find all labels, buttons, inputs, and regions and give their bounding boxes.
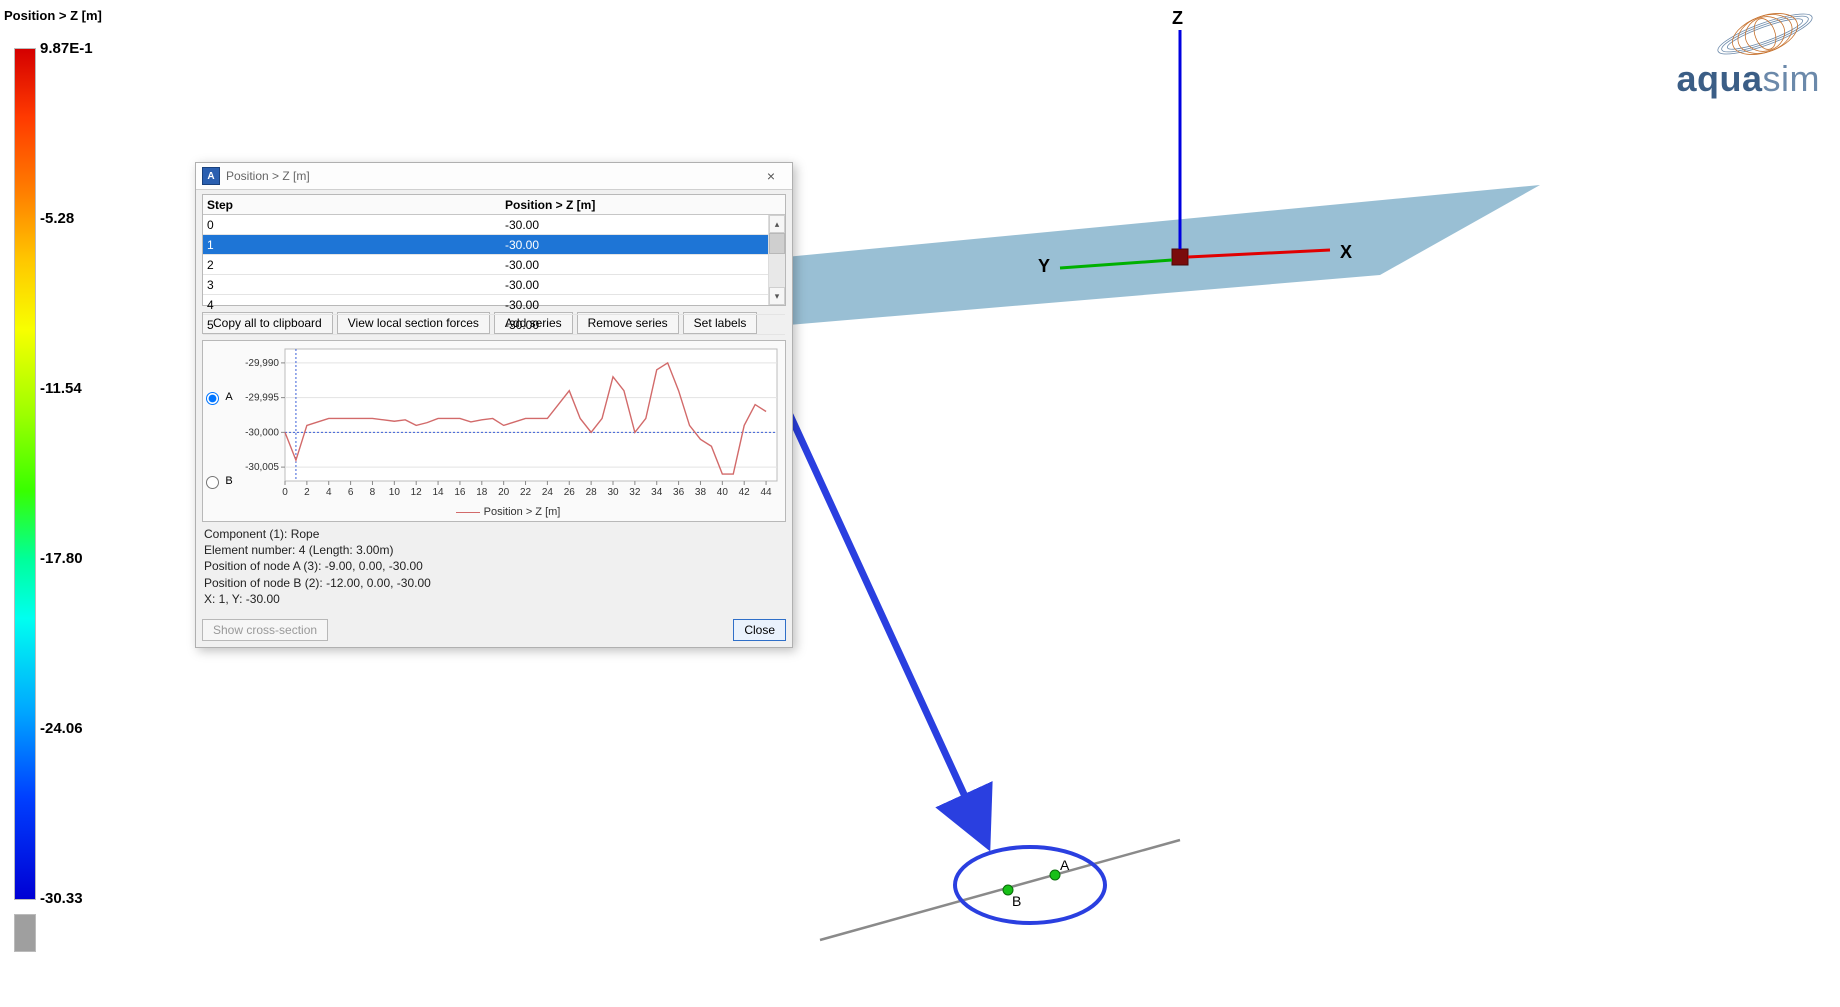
- legend-swatch-icon: [456, 512, 480, 513]
- scale-tick-labels: 9.87E-1-5.28-11.54-17.80-24.06-30.33: [40, 44, 120, 904]
- scale-tick: -5.28: [40, 210, 74, 227]
- position-z-dialog[interactable]: A Position > Z [m] × Step Position > Z […: [195, 162, 793, 648]
- svg-text:18: 18: [476, 487, 488, 498]
- scale-gradient: [14, 48, 36, 900]
- chart-legend: Position > Z [m]: [231, 504, 785, 520]
- dialog-title: Position > Z [m]: [226, 169, 310, 183]
- svg-text:14: 14: [433, 487, 445, 498]
- logo-text-2: sim: [1763, 58, 1821, 99]
- app-logo: aquasim: [1650, 10, 1820, 100]
- svg-text:24: 24: [542, 487, 554, 498]
- logo-mesh-icon: [1710, 10, 1820, 58]
- svg-text:32: 32: [629, 487, 641, 498]
- svg-text:22: 22: [520, 487, 532, 498]
- table-row[interactable]: 3-30.00: [203, 275, 785, 295]
- scale-tick: 9.87E-1: [40, 40, 93, 57]
- svg-text:10: 10: [389, 487, 401, 498]
- svg-text:2: 2: [304, 487, 310, 498]
- svg-text:8: 8: [370, 487, 376, 498]
- chart-panel: A B -29,990-29,995-30,000-30,00502468101…: [202, 340, 786, 522]
- series-a-radio-input[interactable]: [206, 392, 219, 405]
- scroll-thumb[interactable]: [769, 233, 785, 254]
- scale-null-block: [14, 914, 36, 952]
- series-a-radio[interactable]: A: [201, 389, 232, 405]
- element-info-block: Component (1): Rope Element number: 4 (L…: [202, 522, 786, 609]
- table-header-row: Step Position > Z [m]: [203, 195, 785, 215]
- svg-text:30: 30: [607, 487, 619, 498]
- info-component: Component (1): Rope: [204, 526, 784, 542]
- table-row[interactable]: 0-30.00: [203, 215, 785, 235]
- info-xy: X: 1, Y: -30.00: [204, 591, 784, 607]
- svg-text:-30,005: -30,005: [245, 462, 279, 473]
- color-scale: [14, 48, 34, 968]
- svg-text:28: 28: [586, 487, 598, 498]
- app-icon: A: [202, 167, 220, 185]
- scale-tick: -24.06: [40, 720, 83, 737]
- table-row[interactable]: 1-30.00: [203, 235, 785, 255]
- scale-tick: -17.80: [40, 550, 83, 567]
- series-b-radio-input[interactable]: [206, 476, 219, 489]
- svg-text:12: 12: [411, 487, 423, 498]
- svg-text:26: 26: [564, 487, 576, 498]
- scroll-down-button[interactable]: ▾: [769, 287, 785, 305]
- series-b-radio[interactable]: B: [201, 473, 232, 489]
- show-cross-section-button[interactable]: Show cross-section: [202, 619, 328, 641]
- axis-label-y: Y: [1038, 256, 1050, 276]
- scroll-track[interactable]: [769, 233, 785, 287]
- logo-text-1: aqua: [1676, 58, 1762, 99]
- scale-title: Position > Z [m]: [4, 8, 102, 23]
- node-label-a: A: [1060, 857, 1070, 873]
- axis-label-x: X: [1340, 242, 1352, 262]
- svg-text:20: 20: [498, 487, 510, 498]
- svg-text:6: 6: [348, 487, 354, 498]
- info-node-b: Position of node B (2): -12.00, 0.00, -3…: [204, 575, 784, 591]
- close-button[interactable]: Close: [733, 619, 786, 641]
- col-step-header[interactable]: Step: [203, 195, 501, 215]
- table-row[interactable]: 4-30.00: [203, 295, 785, 315]
- svg-text:16: 16: [454, 487, 466, 498]
- node-label-b: B: [1012, 893, 1021, 909]
- axis-label-z: Z: [1172, 8, 1183, 28]
- svg-text:-29,990: -29,990: [245, 358, 279, 369]
- svg-text:4: 4: [326, 487, 332, 498]
- table-scrollbar[interactable]: ▴ ▾: [768, 215, 785, 305]
- scale-tick: -30.33: [40, 890, 83, 907]
- svg-text:40: 40: [717, 487, 729, 498]
- dialog-close-button[interactable]: ×: [756, 166, 786, 186]
- col-value-header[interactable]: Position > Z [m]: [501, 195, 785, 215]
- svg-text:34: 34: [651, 487, 663, 498]
- svg-text:38: 38: [695, 487, 707, 498]
- info-node-a: Position of node A (3): -9.00, 0.00, -30…: [204, 558, 784, 574]
- svg-text:36: 36: [673, 487, 685, 498]
- info-element: Element number: 4 (Length: 3.00m): [204, 542, 784, 558]
- results-table[interactable]: Step Position > Z [m] 0-30.001-30.002-30…: [203, 195, 785, 335]
- dialog-titlebar[interactable]: A Position > Z [m] ×: [196, 163, 792, 190]
- svg-text:44: 44: [761, 487, 773, 498]
- svg-text:-29,995: -29,995: [245, 393, 279, 404]
- svg-text:-30,000: -30,000: [245, 427, 279, 438]
- svg-text:0: 0: [282, 487, 288, 498]
- svg-text:42: 42: [739, 487, 751, 498]
- chart-plot[interactable]: -29,990-29,995-30,000-30,005024681012141…: [231, 341, 785, 521]
- scroll-up-button[interactable]: ▴: [769, 215, 785, 233]
- table-row[interactable]: 2-30.00: [203, 255, 785, 275]
- scale-tick: -11.54: [40, 380, 82, 397]
- table-row[interactable]: 5-30.00: [203, 315, 785, 335]
